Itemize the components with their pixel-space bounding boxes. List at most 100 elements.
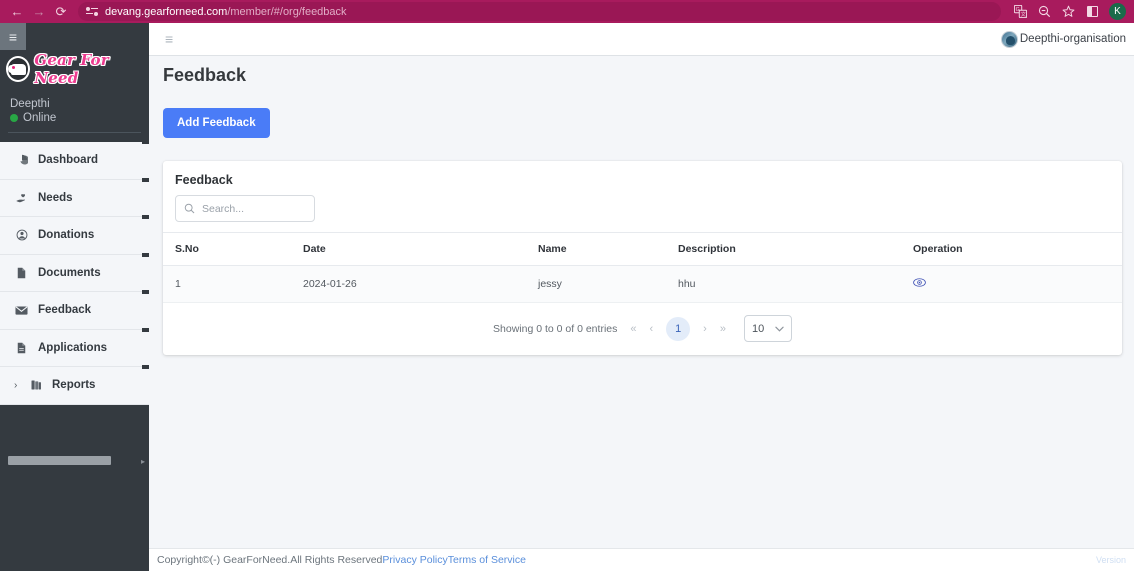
- top-navbar: ≡ Deepthi-organisation: [149, 23, 1134, 56]
- document-icon: [14, 267, 29, 279]
- elephant-logo-icon: [6, 56, 31, 82]
- table-header-row: S.No Date Name Description Operation: [163, 232, 1122, 266]
- sidebar-label-reports: Reports: [52, 379, 96, 392]
- org-name-label: Deepthi-organisation: [1019, 33, 1126, 45]
- sidebar-item-dashboard[interactable]: Dashboard: [0, 140, 149, 180]
- chevron-right-icon: ›: [14, 379, 18, 391]
- table-body: 1 2024-01-26 jessy hhu: [163, 265, 1122, 303]
- sidebar: ≡ Gear For Need Deepthi Online Dashboard: [0, 23, 149, 571]
- terms-of-service-link[interactable]: Terms of Service: [448, 554, 526, 566]
- card-header: Feedback: [163, 161, 1122, 222]
- pagination: Showing 0 to 0 of 0 entries « ‹ 1 › » 10: [163, 303, 1122, 355]
- table-head: S.No Date Name Description Operation: [163, 232, 1122, 266]
- sidebar-label-donations: Donations: [38, 229, 95, 242]
- site-settings-icon[interactable]: [86, 6, 98, 18]
- sidebar-user-panel: Deepthi Online: [0, 88, 149, 132]
- sidebar-status-label: Online: [23, 112, 57, 124]
- view-eye-icon[interactable]: [913, 277, 926, 291]
- col-description: Description: [678, 232, 913, 266]
- chevron-down-icon: [775, 324, 784, 334]
- col-operation: Operation: [913, 232, 1122, 266]
- org-avatar: [1000, 30, 1018, 48]
- next-page-button[interactable]: ›: [703, 323, 707, 335]
- url-text: devang.gearforneed.com/member/#/org/feed…: [105, 6, 347, 18]
- cell-description: hhu: [678, 265, 913, 303]
- bookmark-star-icon[interactable]: [1057, 2, 1079, 22]
- sidebar-item-documents[interactable]: Documents: [0, 252, 149, 292]
- sidebar-item-needs[interactable]: Needs: [0, 177, 149, 217]
- col-name: Name: [538, 232, 678, 266]
- browser-toolbar: ← → ⟳ devang.gearforneed.com/member/#/or…: [0, 0, 1134, 23]
- col-sno: S.No: [163, 232, 303, 266]
- cell-operation: [913, 265, 1122, 303]
- sidebar-item-feedback[interactable]: Feedback: [0, 290, 149, 330]
- zoom-out-icon[interactable]: [1033, 2, 1055, 22]
- page-header: Feedback: [149, 56, 1134, 94]
- first-page-button[interactable]: «: [630, 323, 636, 335]
- col-date: Date: [303, 232, 538, 266]
- version-label: Version: [1095, 555, 1126, 565]
- split-screen-icon[interactable]: [1081, 2, 1103, 22]
- brand-logo[interactable]: Gear For Need: [0, 50, 149, 88]
- sidebar-label-applications: Applications: [38, 341, 108, 354]
- sidebar-toggle-icon[interactable]: ≡: [0, 23, 26, 50]
- sidebar-item-reports[interactable]: › Reports: [0, 365, 149, 405]
- prev-page-button[interactable]: ‹: [650, 323, 654, 335]
- brand-name: Gear For Need: [34, 51, 109, 87]
- cell-name: jessy: [538, 265, 678, 303]
- pagination-info: Showing 0 to 0 of 0 entries: [493, 322, 618, 335]
- content-area: Add Feedback Feedback S.N: [149, 94, 1134, 355]
- sidebar-nav: Dashboard Needs Donations Documents Feed…: [0, 140, 149, 405]
- toolbar-icons: G文 K: [1009, 2, 1128, 22]
- hand-heart-icon: [14, 192, 29, 204]
- dashboard-icon: [14, 154, 29, 166]
- sidebar-divider: [8, 132, 141, 133]
- org-user-menu[interactable]: Deepthi-organisation: [1000, 30, 1126, 48]
- search-box[interactable]: [175, 195, 337, 222]
- sidebar-label-needs: Needs: [38, 191, 73, 204]
- page-footer: Copyright©(-) GearForNeed.All Rights Res…: [149, 548, 1134, 571]
- sidebar-user-status: Online: [10, 112, 149, 124]
- application-file-icon: [14, 342, 29, 354]
- translate-icon[interactable]: G文: [1009, 2, 1031, 22]
- sidebar-label-feedback: Feedback: [38, 304, 92, 317]
- navbar-toggle-icon[interactable]: ≡: [157, 31, 181, 47]
- feedback-table: S.No Date Name Description Operation 1 2…: [163, 232, 1122, 303]
- search-icon: [184, 203, 195, 214]
- page-size-value: 10: [751, 322, 765, 335]
- forward-icon[interactable]: →: [28, 2, 50, 22]
- sidebar-item-donations[interactable]: Donations: [0, 215, 149, 255]
- last-page-button[interactable]: »: [720, 323, 726, 335]
- search-input[interactable]: [202, 202, 337, 215]
- scrollbar-thumb[interactable]: [8, 455, 111, 465]
- main-content: ≡ Deepthi-organisation Feedback Add Feed…: [149, 23, 1134, 571]
- sidebar-label-documents: Documents: [38, 266, 101, 279]
- feedback-card: Feedback S.No Date Name: [163, 161, 1122, 355]
- page-button-1[interactable]: 1: [666, 316, 691, 341]
- sidebar-user-name: Deepthi: [10, 98, 50, 110]
- url-domain: devang.gearforneed.com: [105, 5, 228, 18]
- scrollbar-right-arrow[interactable]: ▸: [141, 457, 145, 466]
- add-feedback-button[interactable]: Add Feedback: [163, 108, 270, 138]
- sidebar-horizontal-scrollbar[interactable]: ▸: [0, 449, 149, 471]
- card-title: Feedback: [175, 173, 233, 187]
- profile-avatar[interactable]: K: [1109, 3, 1126, 20]
- copyright-text: Copyright©(-) GearForNeed.All Rights Res…: [157, 554, 383, 566]
- table-row[interactable]: 1 2024-01-26 jessy hhu: [163, 265, 1122, 303]
- reload-icon[interactable]: ⟳: [50, 2, 72, 22]
- back-icon[interactable]: ←: [6, 2, 28, 22]
- reports-books-icon: [28, 379, 43, 391]
- envelope-icon: [14, 305, 29, 316]
- cell-sno: 1: [163, 265, 303, 303]
- online-status-dot: [10, 114, 18, 122]
- sidebar-label-dashboard: Dashboard: [38, 154, 99, 167]
- cell-date: 2024-01-26: [303, 265, 538, 303]
- page-viewport: ≡ Gear For Need Deepthi Online Dashboard: [0, 23, 1134, 571]
- sidebar-item-applications[interactable]: Applications: [0, 327, 149, 367]
- url-path: /member/#/org/feedback: [227, 5, 347, 18]
- page-title: Feedback: [163, 64, 247, 85]
- donation-user-icon: [14, 229, 29, 241]
- page-size-select[interactable]: 10: [743, 315, 792, 342]
- privacy-policy-link[interactable]: Privacy Policy: [382, 554, 447, 566]
- address-bar[interactable]: devang.gearforneed.com/member/#/org/feed…: [78, 2, 1001, 21]
